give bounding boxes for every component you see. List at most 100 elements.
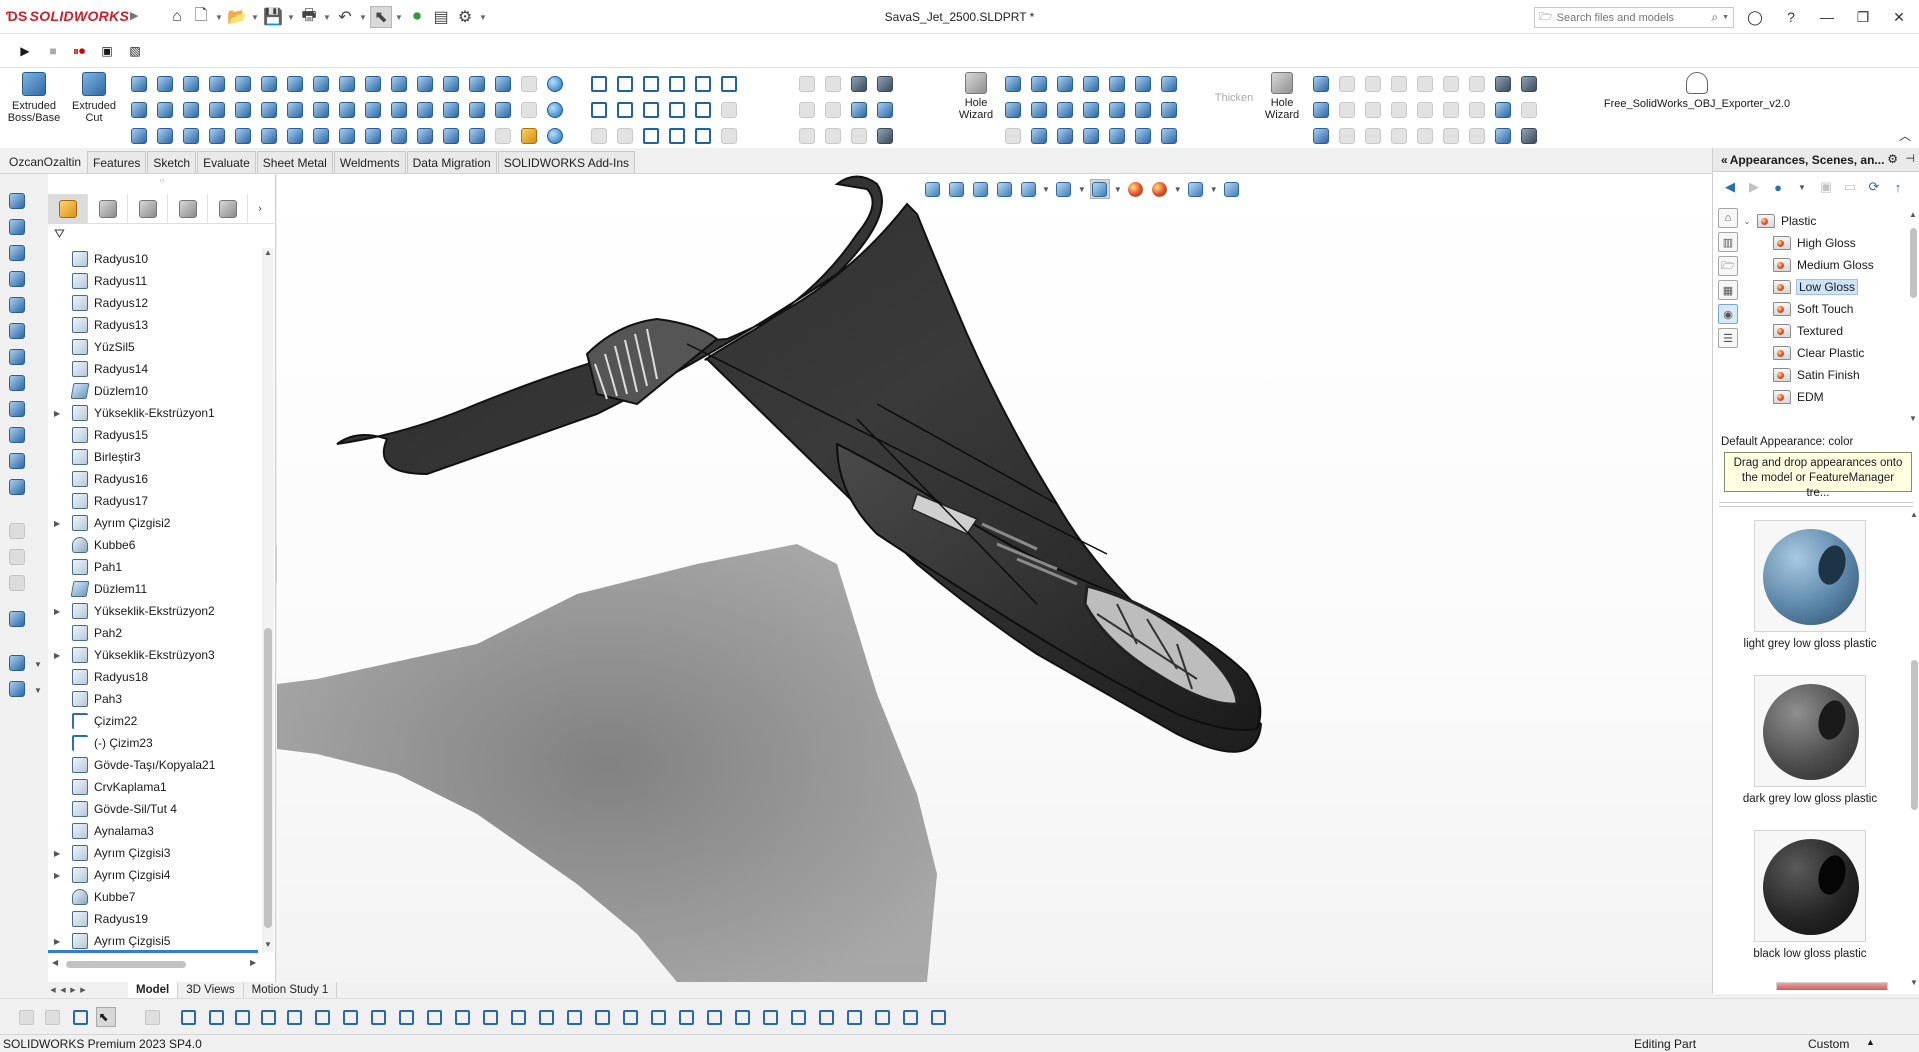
- cut-with-surface-icon[interactable]: [1158, 125, 1180, 147]
- untrim-surface-icon[interactable]: [1106, 73, 1128, 95]
- mid-surface-icon[interactable]: [414, 73, 436, 95]
- tab-and-slot-icon[interactable]: [1518, 73, 1540, 95]
- folder-icon[interactable]: ▭: [1841, 178, 1859, 196]
- rib-icon[interactable]: [180, 99, 202, 121]
- feature-tree-item[interactable]: (-) Çizim23: [48, 732, 260, 754]
- file-properties-icon[interactable]: ▤: [430, 6, 452, 28]
- unit-system-label[interactable]: Custom: [1808, 1037, 1849, 1051]
- revolved-cut-icon[interactable]: [6, 216, 28, 238]
- filter-routing-points-icon[interactable]: [816, 1007, 836, 1027]
- fillet-sketch-icon[interactable]: [718, 99, 740, 121]
- swept-boss-icon[interactable]: [6, 242, 28, 264]
- boundary-boss-icon[interactable]: [6, 320, 28, 342]
- previous-view-icon[interactable]: [970, 179, 990, 199]
- back-icon[interactable]: ◀: [1721, 178, 1739, 196]
- fold-icon[interactable]: [1414, 99, 1436, 121]
- corner-relief-icon[interactable]: [1518, 99, 1540, 121]
- clear-filters-icon[interactable]: [42, 1007, 62, 1027]
- appearance-subfolder[interactable]: Satin Finish: [1741, 364, 1906, 386]
- hole-wizard-button-2[interactable]: Hole Wizard: [1262, 72, 1302, 121]
- feature-tree-item[interactable]: Kubbe7: [48, 886, 260, 908]
- feature-tree-item[interactable]: CrvKaplama1: [48, 776, 260, 798]
- freeform-icon[interactable]: [310, 73, 332, 95]
- record-macro-icon[interactable]: ⏸⏺: [70, 42, 88, 60]
- feature-tree-item[interactable]: Radyus17: [48, 490, 260, 512]
- triad-icon[interactable]: [1222, 179, 1242, 199]
- mirror-icon[interactable]: [232, 99, 254, 121]
- forward-icon[interactable]: ▶: [1745, 178, 1763, 196]
- feature-tree-item[interactable]: ▶ Ayrım Çizgisi3: [48, 842, 260, 864]
- polygon-sketch-icon[interactable]: [692, 73, 714, 95]
- filter-edges-icon[interactable]: [206, 1007, 226, 1027]
- text-icon[interactable]: [692, 125, 714, 147]
- expand-arrow-icon[interactable]: ▶: [54, 849, 64, 858]
- closed-corner-icon[interactable]: [1388, 73, 1410, 95]
- no-bends-icon[interactable]: [1440, 73, 1462, 95]
- replace-surface-icon[interactable]: [1106, 125, 1128, 147]
- vent-icon[interactable]: [1466, 125, 1488, 147]
- miter-flange-icon[interactable]: [1336, 99, 1358, 121]
- sweep-icon[interactable]: [154, 73, 176, 95]
- scroll-thumb[interactable]: [66, 961, 186, 968]
- thicken-icon[interactable]: [6, 346, 28, 368]
- spline-icon[interactable]: [718, 73, 740, 95]
- feature-tree-item[interactable]: Radyus16: [48, 468, 260, 490]
- filter-cosmetic-threads-icon[interactable]: [704, 1007, 724, 1027]
- filter-dimensions-icon[interactable]: [508, 1007, 528, 1027]
- filter-connection-points-icon[interactable]: [788, 1007, 808, 1027]
- dimxpert-manager-tab-icon[interactable]: [168, 193, 208, 224]
- mirror-entities-icon[interactable]: [822, 73, 844, 95]
- filter-toggle-icon[interactable]: [16, 1007, 36, 1027]
- cross-break-icon[interactable]: [1362, 125, 1384, 147]
- move-body-icon[interactable]: [258, 99, 280, 121]
- feature-tree-item[interactable]: ▶ Ayrım Çizgisi2: [48, 512, 260, 534]
- delete-hole-icon[interactable]: [1106, 99, 1128, 121]
- filter-datum-targets-icon[interactable]: [676, 1007, 696, 1027]
- ruled-icon[interactable]: [362, 125, 384, 147]
- convert-to-sheet-metal-icon[interactable]: [1310, 99, 1332, 121]
- next-tab-icon[interactable]: ▶: [68, 986, 78, 994]
- rectangle-icon[interactable]: [640, 99, 662, 121]
- appearance-subfolder[interactable]: EDM: [1741, 386, 1906, 408]
- move-entities-icon[interactable]: [822, 125, 844, 147]
- chevron-right-icon[interactable]: ›: [248, 203, 272, 215]
- scroll-up-icon[interactable]: ▲: [1910, 510, 1918, 519]
- split-icon[interactable]: [258, 73, 280, 95]
- filter-geometric-tolerance-icon[interactable]: [564, 1007, 584, 1027]
- chevron-down-icon[interactable]: ▼: [1793, 178, 1811, 196]
- file-explorer-icon[interactable]: 🗁: [1718, 256, 1738, 276]
- draft-icon[interactable]: [154, 99, 176, 121]
- linear-pattern-sketch-icon[interactable]: [822, 99, 844, 121]
- feature-tree-item[interactable]: Radyus18: [48, 666, 260, 688]
- appearance-sphere-icon[interactable]: [544, 73, 566, 95]
- traffic-light-icon[interactable]: ⏺: [406, 6, 428, 28]
- expand-arrow-icon[interactable]: ▶: [54, 871, 64, 880]
- shell-icon[interactable]: [6, 398, 28, 420]
- feature-tree-item[interactable]: ▶ Ayrım Çizgisi5: [48, 930, 260, 952]
- feature-tree-item[interactable]: Radyus10: [48, 248, 260, 270]
- chevron-down-icon[interactable]: ▼: [1078, 185, 1086, 194]
- cut-thicken-icon[interactable]: [440, 73, 462, 95]
- feature-tree-item[interactable]: Radyus11: [48, 270, 260, 292]
- knit-icon[interactable]: [336, 99, 358, 121]
- edit-appearance-icon[interactable]: [1126, 179, 1146, 199]
- filter-surface-finish-icon[interactable]: [536, 1007, 556, 1027]
- filter-blocks-icon[interactable]: [732, 1007, 752, 1027]
- reference-axis-icon[interactable]: [492, 99, 514, 121]
- disabled-tool-icon[interactable]: [6, 572, 28, 594]
- feature-tree-item[interactable]: Radyus14: [48, 358, 260, 380]
- chevron-down-icon[interactable]: ▼: [358, 13, 368, 22]
- configuration-manager-tab-icon[interactable]: [128, 193, 168, 224]
- options-gear-icon[interactable]: ⚙: [454, 6, 476, 28]
- feature-tree-item[interactable]: ▶ Yükseklik-Ekstrüzyon2: [48, 600, 260, 622]
- feature-tree-item[interactable]: Çizim22: [48, 710, 260, 732]
- chevron-down-icon[interactable]: ▼: [1042, 185, 1050, 194]
- extrude-down-icon[interactable]: [6, 268, 28, 290]
- chevron-down-icon[interactable]: ▼: [250, 13, 260, 22]
- trim-icon[interactable]: [336, 125, 358, 147]
- feature-tree-hscrollbar[interactable]: ◀ ▶: [52, 958, 260, 970]
- close-icon[interactable]: ✕: [1886, 5, 1912, 29]
- centerline-icon[interactable]: [614, 99, 636, 121]
- pane-divider[interactable]: [1719, 502, 1913, 507]
- expand-arrow-icon[interactable]: ▶: [54, 409, 64, 418]
